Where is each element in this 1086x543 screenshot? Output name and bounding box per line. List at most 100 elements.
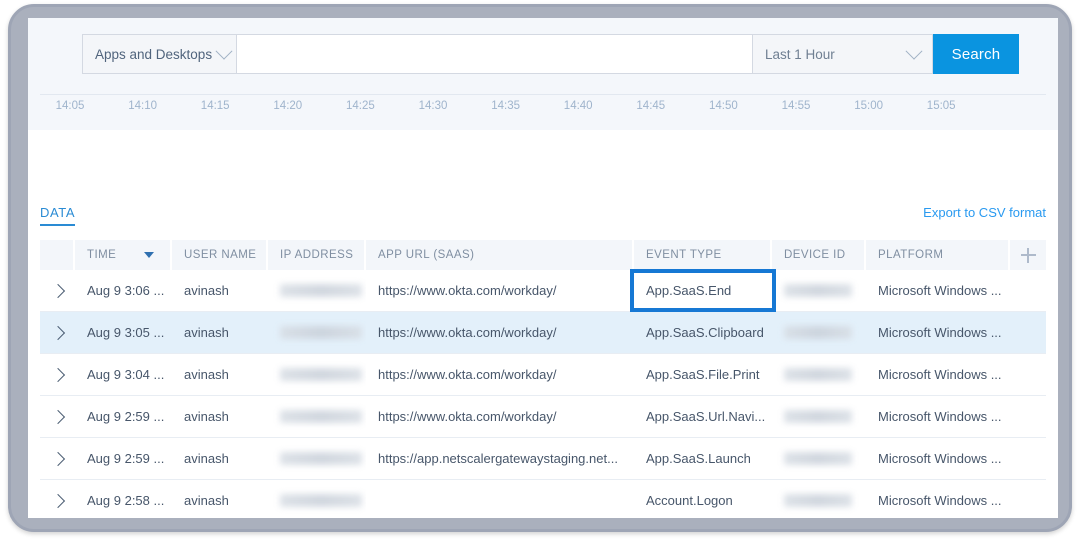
chevron-right-icon: [50, 409, 65, 424]
table-row[interactable]: Aug 9 2:59 ... avinash https://app.netscal…: [40, 438, 1046, 480]
column-header-ip_address[interactable]: IP ADDRESS: [268, 240, 366, 270]
cell-ip_address-redacted: [268, 312, 366, 353]
axis-line: [40, 94, 1046, 95]
cell-platform: Microsoft Windows ...: [878, 493, 1002, 508]
cell-platform: Microsoft Windows ...: [878, 409, 1002, 424]
cell-app_url: https://www.okta.com/workday/: [378, 283, 557, 298]
cell-time: Aug 9 2:59 ...: [87, 451, 165, 466]
redacted-value: [280, 452, 362, 465]
search-toolbar: Apps and Desktops Last 1 Hour Search: [82, 34, 1019, 74]
row-expand-toggle[interactable]: [40, 312, 75, 353]
axis-tick-label: 14:20: [273, 100, 303, 112]
axis-tick-label: 14:35: [491, 100, 520, 112]
highlighted-cell-event-type[interactable]: App.SaaS.End: [630, 269, 776, 312]
redacted-value: [280, 410, 362, 423]
cell-device_id-redacted: [772, 270, 866, 311]
column-header-user_name[interactable]: USER NAME: [172, 240, 268, 270]
column-header-event_type[interactable]: EVENT TYPE: [634, 240, 772, 270]
redacted-value: [784, 494, 852, 507]
search-button[interactable]: Search: [933, 34, 1019, 74]
redacted-value: [280, 494, 362, 507]
chevron-right-icon: [50, 283, 65, 298]
cell-event_type: App.SaaS.File.Print: [646, 367, 760, 382]
table-header-row: TIME USER NAME IP ADDRESS APP URL (SAAS) EVE…: [40, 240, 1046, 270]
table-row[interactable]: Aug 9 3:05 ... avinash https://www.okta.co…: [40, 312, 1046, 354]
table-row[interactable]: Aug 9 2:58 ... avinash Account.Logon Micros…: [40, 480, 1046, 518]
column-header-label: APP URL (SAAS): [378, 249, 475, 261]
resource-type-dropdown[interactable]: Apps and Desktops: [82, 34, 237, 74]
axis-tick-label: 14:40: [563, 100, 593, 112]
row-expand-toggle[interactable]: [40, 270, 75, 311]
row-expand-toggle[interactable]: [40, 396, 75, 437]
cell-event_type: Account.Logon: [646, 493, 733, 508]
axis-tick-label: 14:45: [636, 100, 666, 112]
cell-device_id-redacted: [772, 396, 866, 437]
row-spacer-cell: [1010, 354, 1046, 395]
chevron-right-icon: [50, 367, 65, 382]
cell-platform: Microsoft Windows ...: [878, 367, 1002, 382]
redacted-value: [784, 368, 852, 381]
column-header-label: EVENT TYPE: [646, 249, 722, 261]
cell-device_id-redacted: [772, 438, 866, 479]
time-range-dropdown[interactable]: Last 1 Hour: [753, 34, 933, 74]
column-header-platform[interactable]: PLATFORM: [866, 240, 1010, 270]
chevron-down-icon: [215, 42, 233, 60]
axis-tick-label: 14:05: [55, 100, 85, 112]
row-expand-toggle[interactable]: [40, 438, 75, 479]
axis-tick-label: 14:30: [418, 100, 448, 112]
cell-platform: Microsoft Windows ...: [878, 451, 1002, 466]
chevron-down-icon: [905, 42, 923, 60]
axis-tick-label: 14:25: [346, 100, 375, 112]
row-expand-toggle[interactable]: [40, 480, 75, 518]
cell-time: Aug 9 2:59 ...: [87, 409, 165, 424]
table-row[interactable]: Aug 9 2:59 ... avinash https://www.okta.co…: [40, 396, 1046, 438]
axis-tick-label: 14:15: [200, 100, 230, 112]
cell-time: Aug 9 3:06 ...: [87, 283, 165, 298]
table-row[interactable]: Aug 9 3:06 ... avinash https://www.okta.co…: [40, 269, 1046, 312]
cell-app_url: https://app.netscalergatewaystaging.net.…: [378, 451, 618, 466]
cell-time: Aug 9 3:05 ...: [87, 325, 165, 340]
tab-data[interactable]: DATA: [40, 205, 76, 226]
row-expand-toggle[interactable]: [40, 354, 75, 395]
column-header-app_url[interactable]: APP URL (SAAS): [366, 240, 634, 270]
row-spacer-cell: [1010, 270, 1046, 311]
column-header-device_id[interactable]: DEVICE ID: [772, 240, 866, 270]
chevron-right-icon: [50, 493, 65, 508]
table-row[interactable]: Aug 9 3:04 ... avinash https://www.okta.co…: [40, 354, 1046, 396]
axis-tick-label: 15:00: [854, 100, 883, 112]
resource-type-value: Apps and Desktops: [95, 46, 213, 62]
plus-icon: [1020, 247, 1036, 263]
row-spacer-cell: [1010, 396, 1046, 437]
cell-ip_address-redacted: [268, 480, 366, 518]
row-spacer-cell: [1010, 480, 1046, 518]
cell-app_url: https://www.okta.com/workday/: [378, 367, 557, 382]
export-csv-link[interactable]: Export to CSV format: [923, 205, 1046, 220]
cell-app_url: https://www.okta.com/workday/: [378, 325, 557, 340]
column-header-label: USER NAME: [184, 249, 257, 261]
cell-app_url: [366, 480, 634, 518]
cell-user_name: avinash: [184, 451, 229, 466]
column-header-time[interactable]: TIME: [75, 240, 172, 270]
search-input[interactable]: [237, 34, 753, 74]
column-header-expander[interactable]: [40, 240, 75, 270]
redacted-value: [280, 284, 362, 297]
cell-user_name: avinash: [184, 325, 229, 340]
redacted-value: [280, 368, 362, 381]
add-column-button[interactable]: [1010, 240, 1046, 270]
cell-user_name: avinash: [184, 283, 229, 298]
cell-ip_address-redacted: [268, 396, 366, 437]
cell-user_name: avinash: [184, 367, 229, 382]
cell-ip_address-redacted: [268, 270, 366, 311]
row-spacer-cell: [1010, 312, 1046, 353]
cell-event_type: App.SaaS.Clipboard: [646, 325, 764, 340]
redacted-value: [784, 410, 852, 423]
timeline-chart-axis: 14:05 14:10 14:15 14:20 14:25 14:30 14:35 14:40…: [28, 94, 1058, 130]
axis-tick-label: 15:05: [926, 100, 956, 112]
sort-descending-icon[interactable]: [144, 252, 155, 258]
redacted-value: [280, 326, 362, 339]
axis-tick-label: 14:50: [709, 100, 738, 112]
cell-ip_address-redacted: [268, 354, 366, 395]
cell-user_name: avinash: [184, 493, 229, 508]
cell-time: Aug 9 3:04 ...: [87, 367, 165, 382]
redacted-value: [784, 452, 852, 465]
